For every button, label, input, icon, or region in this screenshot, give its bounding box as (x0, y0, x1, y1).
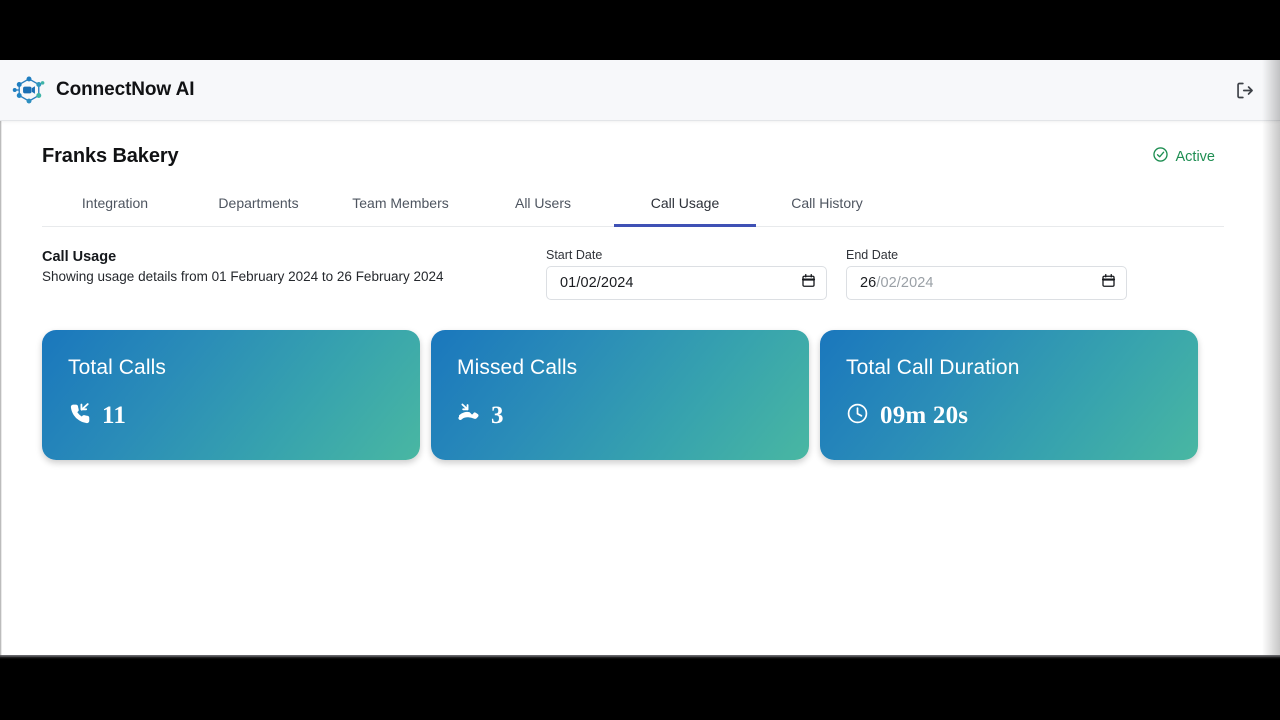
start-date-field: Start Date 01/02/2024 (546, 248, 827, 300)
status-label: Active (1175, 148, 1216, 165)
card-title: Missed Calls (457, 356, 578, 379)
stat-card-total-calls: Total Calls 11 (42, 330, 420, 460)
tab-label: All Users (514, 195, 571, 211)
start-date-value: 01/02/2024 (560, 275, 634, 291)
tab-integration[interactable]: Integration (42, 189, 188, 227)
tab-label: Call History (791, 195, 863, 211)
tab-departments[interactable]: Departments (188, 189, 329, 227)
card-value: 11 (102, 402, 127, 429)
app-header: ConnectNow AI (0, 60, 1280, 121)
status-badge: Active (1152, 146, 1225, 167)
tab-team-members[interactable]: Team Members (329, 189, 472, 227)
tab-call-usage[interactable]: Call Usage (614, 189, 756, 227)
check-circle-icon (1152, 146, 1169, 167)
start-date-label: Start Date (546, 248, 603, 262)
usage-header-row: Call Usage Showing usage details from 01… (42, 248, 1224, 300)
end-date-field: End Date 26/02/2024 (846, 248, 1127, 300)
tab-label: Team Members (352, 195, 449, 211)
card-title: Total Calls (68, 356, 166, 379)
calendar-icon[interactable] (801, 273, 816, 293)
brand[interactable]: ConnectNow AI (12, 73, 194, 107)
end-date-value: 26/02/2024 (860, 275, 934, 291)
stat-card-missed-calls: Missed Calls 3 (431, 330, 809, 460)
page-header-row: Franks Bakery Active (42, 121, 1224, 168)
phone-missed-icon (457, 402, 480, 430)
clock-icon (846, 402, 869, 430)
card-value: 3 (491, 402, 504, 429)
usage-title: Call Usage (42, 249, 117, 265)
usage-subtitle: Showing usage details from 01 February 2… (42, 269, 444, 284)
end-date-input[interactable]: 26/02/2024 (846, 266, 1127, 300)
logout-icon[interactable] (1232, 77, 1258, 103)
stat-cards: Total Calls 11 Missed Calls 3 Total Call… (42, 330, 1224, 460)
page-title: Franks Bakery (42, 145, 179, 167)
tabs: Integration Departments Team Members All… (42, 188, 1224, 227)
tab-all-users[interactable]: All Users (472, 189, 614, 227)
card-metric: 09m 20s (846, 402, 1198, 430)
card-metric: 3 (457, 402, 809, 430)
screen: ConnectNow AI Franks Bakery Active Integ… (0, 0, 1280, 720)
phone-incoming-icon (68, 402, 91, 430)
card-metric: 11 (68, 402, 420, 430)
date-range-fields: Start Date 01/02/2024 End Date 26/02/202… (546, 248, 1224, 300)
card-title: Total Call Duration (846, 356, 1020, 379)
stat-card-total-call-duration: Total Call Duration 09m 20s (820, 330, 1198, 460)
network-nodes-camera-logo-icon (12, 73, 46, 107)
brand-name: ConnectNow AI (56, 79, 195, 100)
window-bottom-edge (0, 655, 1280, 659)
start-date-input[interactable]: 01/02/2024 (546, 266, 827, 300)
card-value: 09m 20s (880, 402, 969, 429)
tab-label: Call Usage (650, 195, 720, 211)
page-body: Franks Bakery Active Integration Departm… (0, 121, 1280, 460)
calendar-icon[interactable] (1101, 273, 1116, 293)
tab-label: Integration (81, 195, 149, 211)
tab-label: Departments (218, 195, 299, 211)
app-window: ConnectNow AI Franks Bakery Active Integ… (0, 60, 1280, 657)
usage-info: Call Usage Showing usage details from 01… (42, 248, 444, 284)
end-date-label: End Date (846, 248, 899, 262)
tab-call-history[interactable]: Call History (756, 189, 898, 227)
